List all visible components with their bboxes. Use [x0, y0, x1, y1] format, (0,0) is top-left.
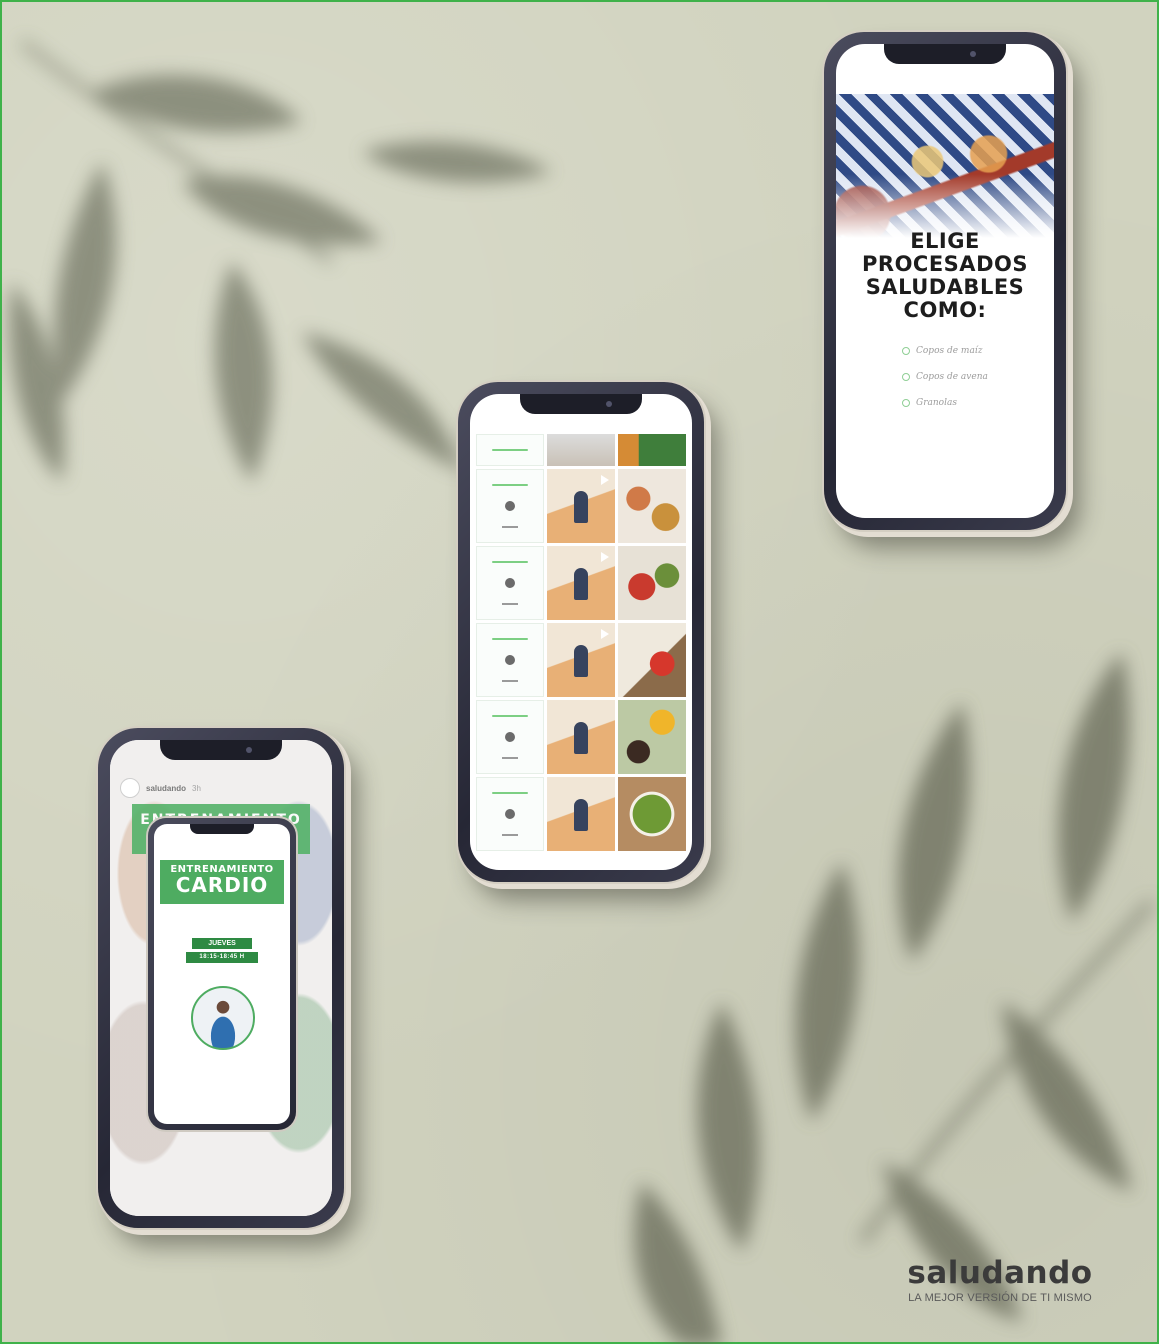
grid-video[interactable] — [547, 546, 615, 620]
grid-post[interactable] — [476, 623, 544, 697]
avatar — [505, 731, 515, 742]
cardio-banner: ENTRENAMIENTO CARDIO — [160, 860, 284, 904]
grid-photo[interactable] — [618, 546, 686, 620]
grid-photo[interactable] — [618, 434, 686, 466]
grid-photo[interactable] — [618, 700, 686, 774]
list-item: Copos de avena — [902, 372, 988, 382]
phone-notch — [190, 824, 254, 834]
grid-post[interactable] — [476, 434, 544, 466]
circle-bullet-icon — [902, 347, 910, 355]
food-story-screen: ELIGE PROCESADOS SALUDABLES COMO: Copos … — [836, 44, 1054, 518]
avatar[interactable] — [120, 778, 140, 798]
inner-phone-screen: ENTRENAMIENTO CARDIO JUEVES 18:15-18:45 … — [154, 824, 290, 1124]
phone-food-story: ELIGE PROCESADOS SALUDABLES COMO: Copos … — [824, 32, 1066, 530]
avatar — [505, 500, 515, 511]
phone-notch — [520, 394, 642, 414]
brand-tagline: LA MEJOR VERSIÓN DE TI MISMO — [908, 1292, 1092, 1304]
grid-photo[interactable] — [618, 623, 686, 697]
grid-video[interactable] — [547, 469, 615, 543]
grid-post[interactable] — [476, 546, 544, 620]
play-icon — [601, 475, 609, 485]
story-username[interactable]: saludando — [146, 784, 186, 793]
inner-phone: ENTRENAMIENTO CARDIO JUEVES 18:15-18:45 … — [148, 818, 296, 1130]
cardio-story-screen: saludando 3h ENTRENAMIENTO ENTRENAMIENTO… — [110, 740, 332, 1216]
grid-photo[interactable] — [547, 434, 615, 466]
play-icon — [601, 552, 609, 562]
grid-photo[interactable] — [618, 469, 686, 543]
circle-bullet-icon — [902, 399, 910, 407]
grid-photo[interactable] — [618, 777, 686, 851]
brand-logo: saludando — [907, 1255, 1093, 1291]
post-grid — [476, 434, 686, 851]
brand-block: saludando LA MEJOR VERSIÓN DE TI MISMO — [874, 1256, 1126, 1304]
grid-post[interactable] — [476, 700, 544, 774]
grid-video[interactable] — [547, 623, 615, 697]
schedule-day: JUEVES — [192, 938, 252, 949]
trainer-photo — [191, 986, 255, 1050]
story-title: ELIGE PROCESADOS SALUDABLES COMO: — [862, 229, 1028, 322]
grid-post[interactable] — [476, 469, 544, 543]
phone-notch — [884, 44, 1006, 64]
story-time: 3h — [192, 783, 201, 793]
phone-notch — [160, 740, 282, 760]
avatar — [505, 577, 515, 588]
list-item: Granolas — [902, 398, 988, 408]
phone-instagram-grid — [458, 382, 704, 882]
circle-bullet-icon — [902, 373, 910, 381]
avatar — [505, 808, 515, 819]
avatar — [505, 654, 515, 665]
food-list: Copos de maíz Copos de avena Granolas — [902, 346, 988, 424]
play-icon — [601, 629, 609, 639]
grid-post[interactable] — [476, 777, 544, 851]
instagram-grid-screen — [470, 394, 692, 870]
grid-photo[interactable] — [547, 777, 615, 851]
phone-cardio-story: saludando 3h ENTRENAMIENTO ENTRENAMIENTO… — [98, 728, 344, 1228]
story-header[interactable]: saludando 3h — [120, 778, 201, 798]
schedule-hour: 18:15-18:45 H — [186, 952, 258, 963]
list-item: Copos de maíz — [902, 346, 988, 356]
grid-photo[interactable] — [547, 700, 615, 774]
